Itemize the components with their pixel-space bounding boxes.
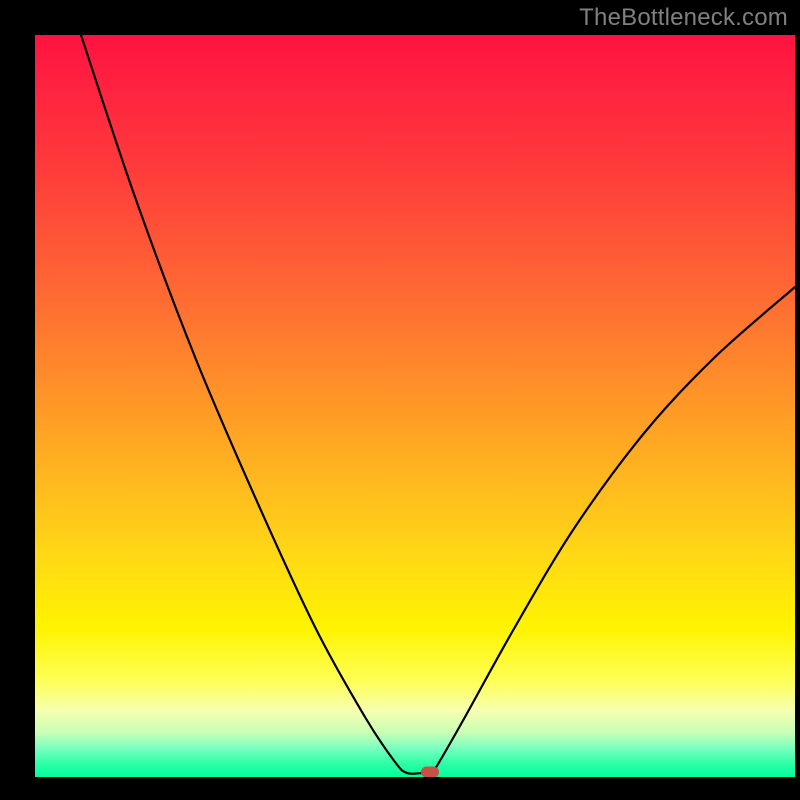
watermark-text: TheBottleneck.com xyxy=(579,4,788,32)
optimum-marker xyxy=(421,767,439,778)
bottleneck-curve xyxy=(35,35,795,777)
chart-frame: TheBottleneck.com xyxy=(0,0,800,800)
plot-area xyxy=(35,35,795,777)
